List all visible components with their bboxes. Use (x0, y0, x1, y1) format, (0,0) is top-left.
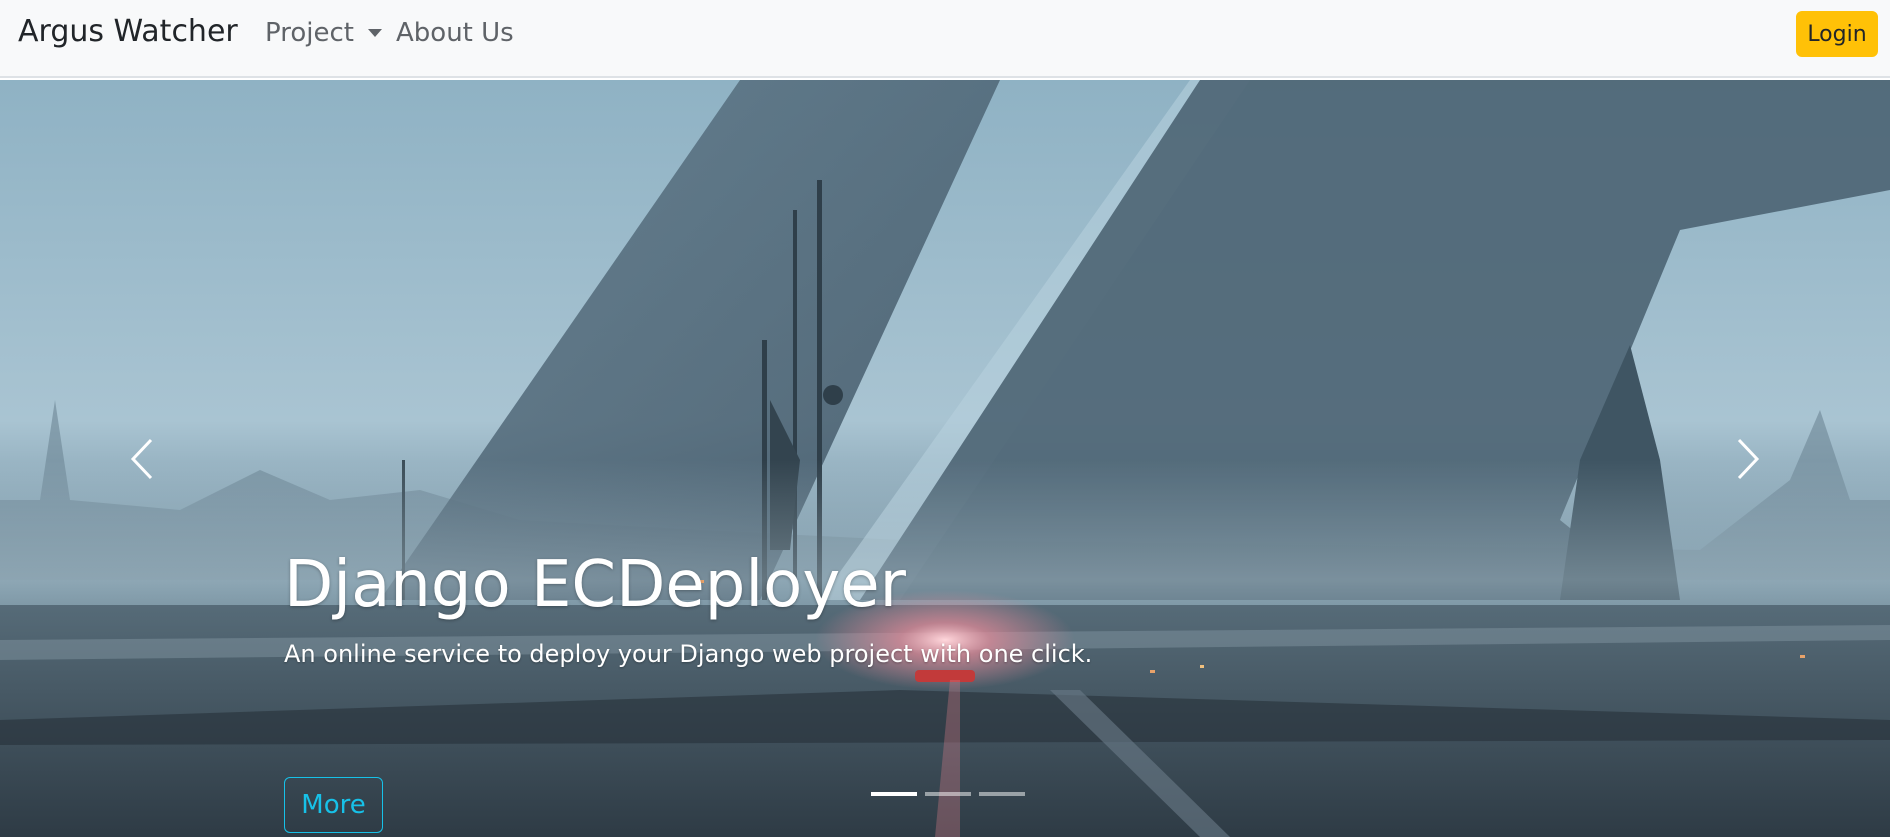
slide-caption: Django ECDeployer An online service to d… (284, 548, 1093, 833)
brand-link[interactable]: Argus Watcher (18, 14, 238, 49)
carousel-indicator-3[interactable] (979, 792, 1025, 796)
nav-project-label: Project (265, 18, 354, 48)
navbar: Argus Watcher Project About Us Login (0, 0, 1890, 78)
login-button[interactable]: Login (1796, 11, 1878, 57)
nav-project-dropdown[interactable]: Project (265, 18, 382, 48)
slide-subtitle: An online service to deploy your Django … (284, 640, 1093, 669)
carousel-prev-button[interactable] (72, 80, 212, 837)
hero-carousel: Django ECDeployer An online service to d… (0, 80, 1890, 837)
carousel-indicator-1[interactable] (871, 792, 917, 796)
chevron-left-icon (130, 438, 153, 479)
carousel-next-button[interactable] (1678, 80, 1818, 837)
slide-background-image (0, 80, 1890, 837)
slide-title: Django ECDeployer (284, 548, 906, 622)
carousel-indicator-2[interactable] (925, 792, 971, 796)
nav-about-link[interactable]: About Us (396, 18, 514, 48)
carousel-indicators (871, 792, 1025, 796)
more-button[interactable]: More (284, 777, 383, 833)
chevron-right-icon (1737, 438, 1760, 479)
caret-down-icon (367, 29, 382, 37)
